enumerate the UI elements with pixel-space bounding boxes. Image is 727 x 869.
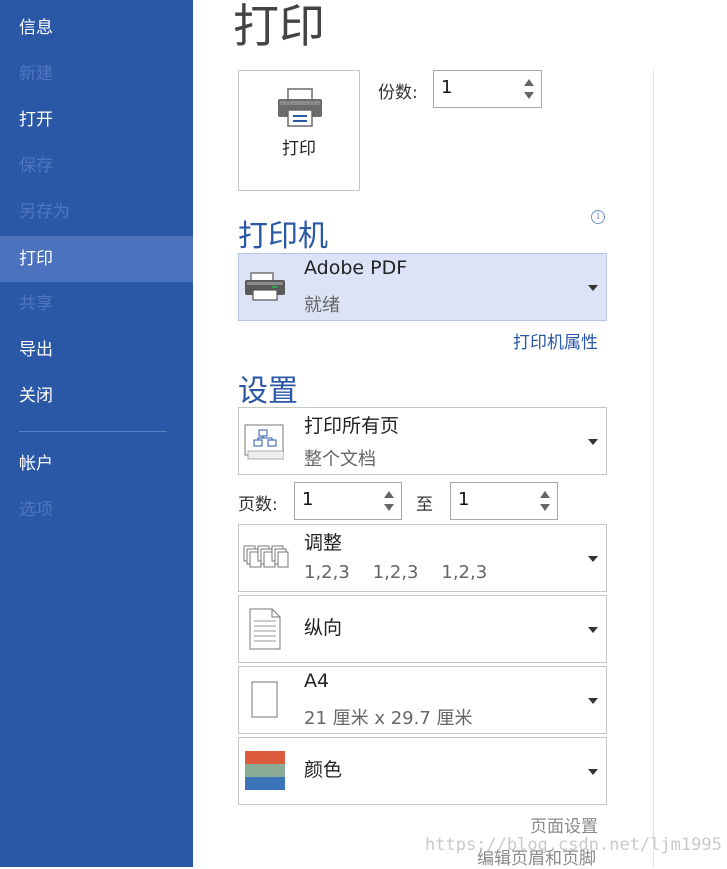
nav-divider: [19, 431, 167, 432]
nav-new: 新建: [19, 64, 53, 84]
nav-options: 选项: [19, 500, 53, 520]
paper-size-icon: [251, 681, 278, 718]
color-icon: [245, 751, 285, 790]
paper-size-title: A4: [304, 670, 330, 692]
paper-size-dropdown[interactable]: A4 21 厘米 x 29.7 厘米: [238, 666, 607, 734]
page-title: 打印: [233, 0, 325, 53]
nav-account[interactable]: 帐户: [0, 441, 193, 487]
nav-open[interactable]: 打开: [0, 97, 193, 143]
info-icon[interactable]: i: [591, 210, 605, 224]
settings-section-title: 设置: [238, 374, 298, 409]
color-title: 颜色: [304, 759, 343, 781]
nav-info[interactable]: 信息: [0, 5, 193, 51]
printer-dropdown[interactable]: Adobe PDF 就绪: [238, 253, 607, 321]
copies-stepper[interactable]: 1: [433, 70, 542, 108]
printer-name: Adobe PDF: [304, 257, 408, 279]
copies-up-arrow[interactable]: [524, 79, 534, 86]
nav-save-as: 另存为: [19, 202, 70, 222]
printer-properties-link[interactable]: 打印机属性: [513, 328, 598, 353]
print-range-subtitle: 整个文档: [304, 449, 376, 470]
nav-share: 共享: [19, 294, 53, 314]
collate-icon: [243, 545, 289, 568]
color-dropdown[interactable]: 颜色: [238, 737, 607, 805]
backstage-sidebar: 信息 新建 打开 保存 另存为 打印 共享 导出 关闭 帐户 选项: [0, 0, 193, 867]
collate-title: 调整: [304, 532, 343, 554]
pages-from-stepper[interactable]: 1: [294, 482, 402, 520]
pages-to-value: 1: [458, 489, 470, 510]
pages-from-down-arrow[interactable]: [384, 504, 394, 511]
nav-save: 保存: [19, 156, 53, 176]
nav-close[interactable]: 关闭: [0, 373, 193, 419]
pages-from-up-arrow[interactable]: [384, 491, 394, 498]
printer-status: 就绪: [304, 295, 340, 316]
pages-label: 页数:: [238, 495, 278, 515]
chevron-down-icon: [588, 556, 598, 562]
chevron-down-icon: [588, 285, 598, 291]
chevron-down-icon: [588, 698, 598, 704]
printer-icon: [278, 88, 322, 127]
watermark: https://blog.csdn.net/ljm1995: [425, 835, 722, 855]
nav-export[interactable]: 导出: [0, 327, 193, 373]
orientation-title: 纵向: [304, 617, 343, 639]
print-button-label: 打印: [282, 139, 316, 159]
pages-to-stepper[interactable]: 1: [450, 482, 558, 520]
collate-dropdown[interactable]: 调整 1,2,3 1,2,3 1,2,3: [238, 524, 607, 592]
chevron-down-icon: [588, 439, 598, 445]
print-range-title: 打印所有页: [304, 415, 400, 437]
pages-to-down-arrow[interactable]: [540, 504, 550, 511]
pages-from-value: 1: [302, 489, 314, 510]
copies-down-arrow[interactable]: [524, 92, 534, 99]
pages-to-up-arrow[interactable]: [540, 491, 550, 498]
portrait-page-icon: [249, 608, 281, 650]
pages-to-label: 至: [416, 495, 433, 515]
preview-divider: [653, 70, 654, 867]
nav-print[interactable]: 打印: [0, 236, 193, 282]
document-range-icon: [244, 424, 284, 460]
chevron-down-icon: [588, 627, 598, 633]
copies-label: 份数:: [378, 83, 418, 103]
print-button[interactable]: 打印: [238, 70, 360, 191]
chevron-down-icon: [588, 769, 598, 775]
collate-subtitle: 1,2,3 1,2,3 1,2,3: [304, 562, 488, 583]
printer-section-title: 打印机: [238, 219, 328, 254]
print-range-dropdown[interactable]: 打印所有页 整个文档: [238, 407, 607, 475]
copies-value: 1: [441, 77, 453, 98]
page-setup-link[interactable]: 页面设置: [530, 812, 598, 837]
orientation-dropdown[interactable]: 纵向: [238, 595, 607, 663]
printer-device-icon: [245, 272, 285, 301]
paper-size-subtitle: 21 厘米 x 29.7 厘米: [304, 708, 473, 729]
